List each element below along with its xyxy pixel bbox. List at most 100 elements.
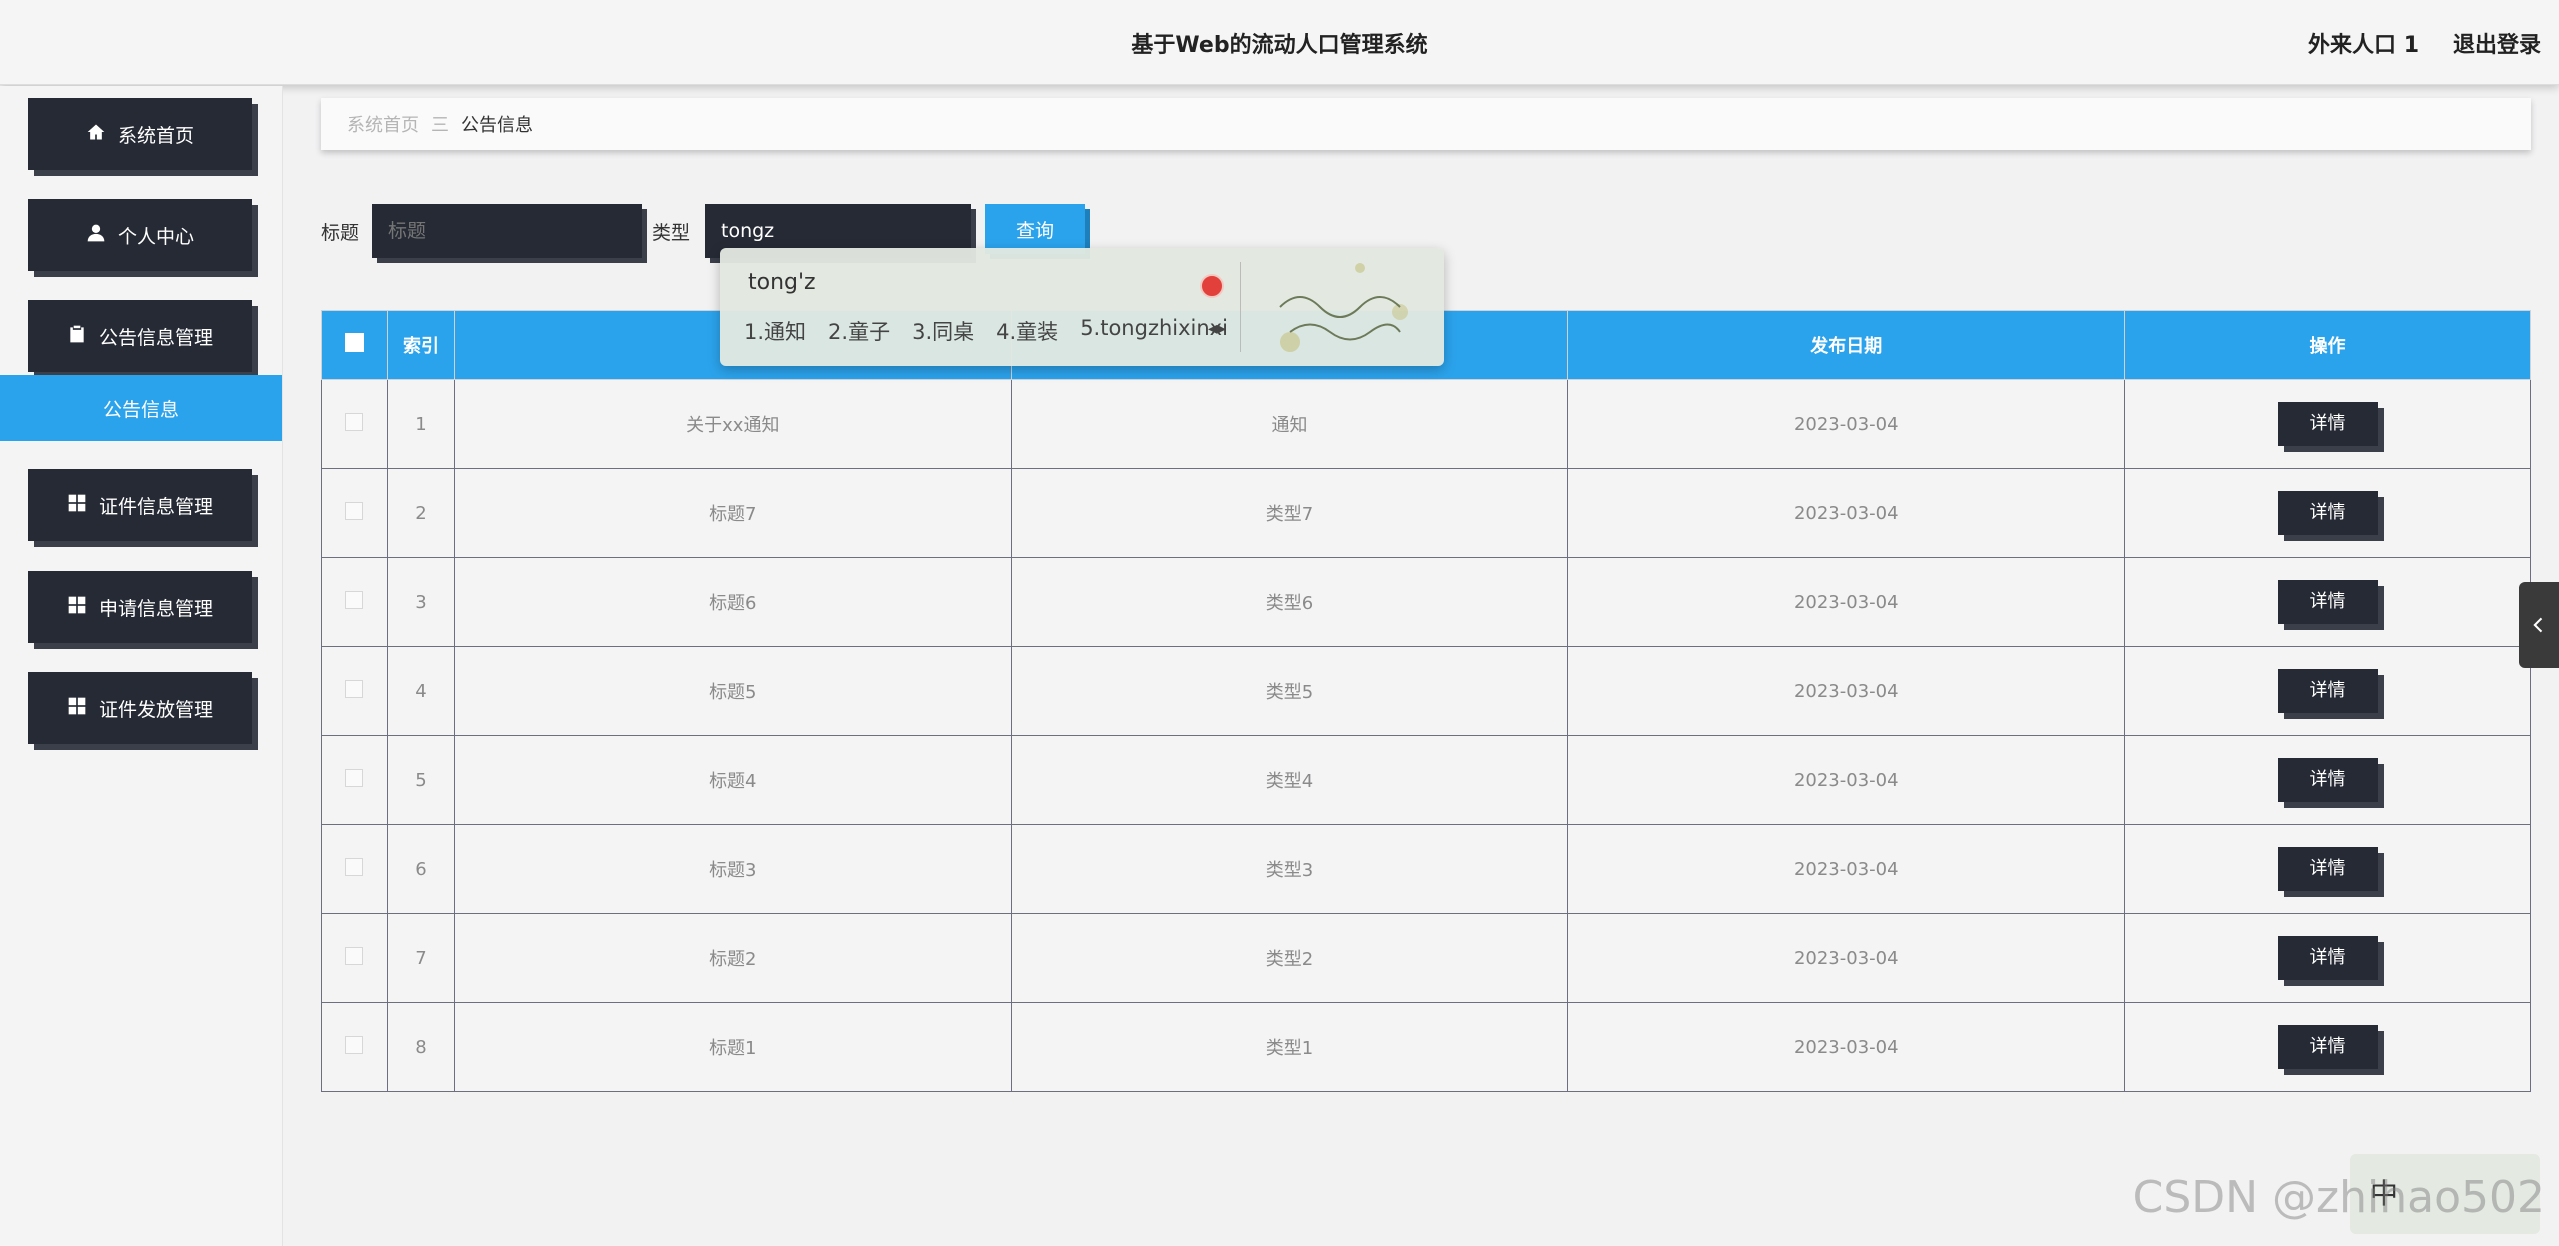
chevron-left-icon — [2533, 617, 2543, 633]
breadcrumb-home[interactable]: 系统首页 — [347, 111, 419, 137]
ime-candidate[interactable]: 5.tongzhixinxi — [1080, 316, 1228, 346]
row-type: 类型7 — [1010, 468, 1569, 558]
row-index: 1 — [386, 379, 455, 469]
row-date: 2023-03-04 — [1567, 379, 2126, 469]
select-all-cell[interactable] — [321, 310, 388, 380]
row-date: 2023-03-04 — [1567, 913, 2126, 1003]
row-select-cell[interactable] — [321, 824, 388, 914]
table-row: 7 标题2 类型2 2023-03-04 详情 — [321, 913, 2531, 1003]
row-title: 标题6 — [453, 557, 1012, 647]
detail-button[interactable]: 详情 — [2277, 936, 2378, 980]
row-select-cell[interactable] — [321, 468, 388, 558]
sidebar-item-label: 申请信息管理 — [98, 597, 213, 620]
title-label: 标题 — [321, 222, 360, 244]
sidebar-item-notice-management[interactable]: 公告信息管理 — [28, 300, 252, 372]
grid-icon — [67, 595, 87, 620]
ime-candidate[interactable]: 1.通知 — [744, 316, 806, 346]
ime-candidate[interactable]: 4.童装 — [996, 316, 1058, 346]
grid-icon — [67, 493, 87, 518]
detail-button[interactable]: 详情 — [2277, 847, 2378, 891]
row-select-cell[interactable] — [321, 913, 388, 1003]
sidebar: 系统首页 个人中心 公告信息管理 公告信息 证件信息管理 申请信息管理 证件发放… — [0, 86, 283, 1246]
ime-candidate[interactable]: 3.同桌 — [912, 316, 974, 346]
sidebar-item-certificate-management[interactable]: 证件信息管理 — [28, 469, 252, 541]
detail-button[interactable]: 详情 — [2277, 669, 2378, 713]
row-checkbox[interactable] — [345, 412, 364, 431]
sidebar-item-issuance-management[interactable]: 证件发放管理 — [28, 672, 252, 744]
row-action-cell: 详情 — [2124, 379, 2531, 469]
row-select-cell[interactable] — [321, 1002, 388, 1092]
row-select-cell[interactable] — [321, 557, 388, 647]
detail-button[interactable]: 详情 — [2277, 580, 2378, 624]
row-date: 2023-03-04 — [1567, 468, 2126, 558]
row-action-cell: 详情 — [2124, 557, 2531, 647]
home-icon — [86, 122, 106, 147]
detail-button[interactable]: 详情 — [2277, 402, 2378, 446]
submenu-item-notice-info[interactable]: 公告信息 — [0, 375, 282, 441]
column-header-date: 发布日期 — [1567, 310, 2126, 380]
sidebar-item-label: 证件发放管理 — [98, 698, 213, 721]
row-checkbox[interactable] — [345, 501, 364, 520]
select-all-checkbox[interactable] — [344, 333, 364, 352]
row-index: 8 — [386, 1002, 455, 1092]
ime-candidate-list: 1.通知 2.童子 3.同桌 4.童装 5.tongzhixinxi — [744, 316, 1228, 346]
breadcrumb-current: 公告信息 — [461, 115, 533, 136]
table-row: 1 关于xx通知 通知 2023-03-04 详情 — [321, 379, 2531, 469]
row-type: 通知 — [1010, 379, 1569, 469]
query-button[interactable]: 查询 — [985, 204, 1085, 254]
row-select-cell[interactable] — [321, 379, 388, 469]
app-title: 基于Web的流动人口管理系统 — [1131, 33, 1428, 58]
top-header: 基于Web的流动人口管理系统 外来人口 1 退出登录 — [0, 0, 2559, 85]
ime-candidate[interactable]: 2.童子 — [828, 316, 890, 346]
side-panel-toggle[interactable] — [2519, 582, 2559, 668]
row-checkbox[interactable] — [345, 1035, 364, 1054]
row-checkbox[interactable] — [345, 768, 364, 787]
row-type: 类型4 — [1010, 735, 1569, 825]
title-search-input[interactable] — [372, 204, 642, 258]
row-action-cell: 详情 — [2124, 735, 2531, 825]
row-select-cell[interactable] — [321, 735, 388, 825]
sidebar-item-application-management[interactable]: 申请信息管理 — [28, 571, 252, 643]
ime-decoration-icon — [1279, 263, 1408, 352]
row-action-cell: 详情 — [2124, 913, 2531, 1003]
row-index: 7 — [386, 913, 455, 1003]
row-checkbox[interactable] — [345, 857, 364, 876]
row-date: 2023-03-04 — [1567, 646, 2126, 736]
ime-divider — [1240, 262, 1241, 352]
row-index: 5 — [386, 735, 455, 825]
sidebar-item-personal-center[interactable]: 个人中心 — [28, 199, 252, 271]
sidebar-item-label: 证件信息管理 — [98, 495, 213, 518]
sidebar-item-label: 系统首页 — [117, 124, 194, 147]
row-checkbox[interactable] — [345, 590, 364, 609]
ime-composition: tong'z — [748, 270, 816, 295]
row-title: 标题5 — [453, 646, 1012, 736]
row-select-cell[interactable] — [321, 646, 388, 736]
row-checkbox[interactable] — [345, 946, 364, 965]
row-date: 2023-03-04 — [1567, 557, 2126, 647]
ime-emoji-icon[interactable] — [1200, 274, 1224, 298]
row-action-cell: 详情 — [2124, 1002, 2531, 1092]
column-header-index: 索引 — [386, 310, 455, 380]
row-action-cell: 详情 — [2124, 646, 2531, 736]
row-index: 2 — [386, 468, 455, 558]
sidebar-item-home[interactable]: 系统首页 — [28, 98, 252, 170]
ime-candidate-popup: tong'z 1.通知 2.童子 3.同桌 4.童装 5.tongzhixinx… — [720, 248, 1444, 366]
row-date: 2023-03-04 — [1567, 735, 2126, 825]
column-header-action: 操作 — [2124, 310, 2531, 380]
row-checkbox[interactable] — [345, 679, 364, 698]
row-date: 2023-03-04 — [1567, 824, 2126, 914]
detail-button[interactable]: 详情 — [2277, 758, 2378, 802]
breadcrumb: 系统首页 三 公告信息 — [321, 98, 2531, 150]
row-title: 标题3 — [453, 824, 1012, 914]
table-row: 4 标题5 类型5 2023-03-04 详情 — [321, 646, 2531, 736]
detail-button[interactable]: 详情 — [2277, 1025, 2378, 1069]
table-row: 6 标题3 类型3 2023-03-04 详情 — [321, 824, 2531, 914]
row-index: 6 — [386, 824, 455, 914]
row-type: 类型6 — [1010, 557, 1569, 647]
row-date: 2023-03-04 — [1567, 1002, 2126, 1092]
logout-link[interactable]: 退出登录 — [2453, 27, 2541, 59]
detail-button[interactable]: 详情 — [2277, 491, 2378, 535]
row-action-cell: 详情 — [2124, 468, 2531, 558]
user-icon — [86, 223, 106, 248]
ime-page-arrows-icon[interactable]: ◂▸ — [1208, 318, 1226, 339]
